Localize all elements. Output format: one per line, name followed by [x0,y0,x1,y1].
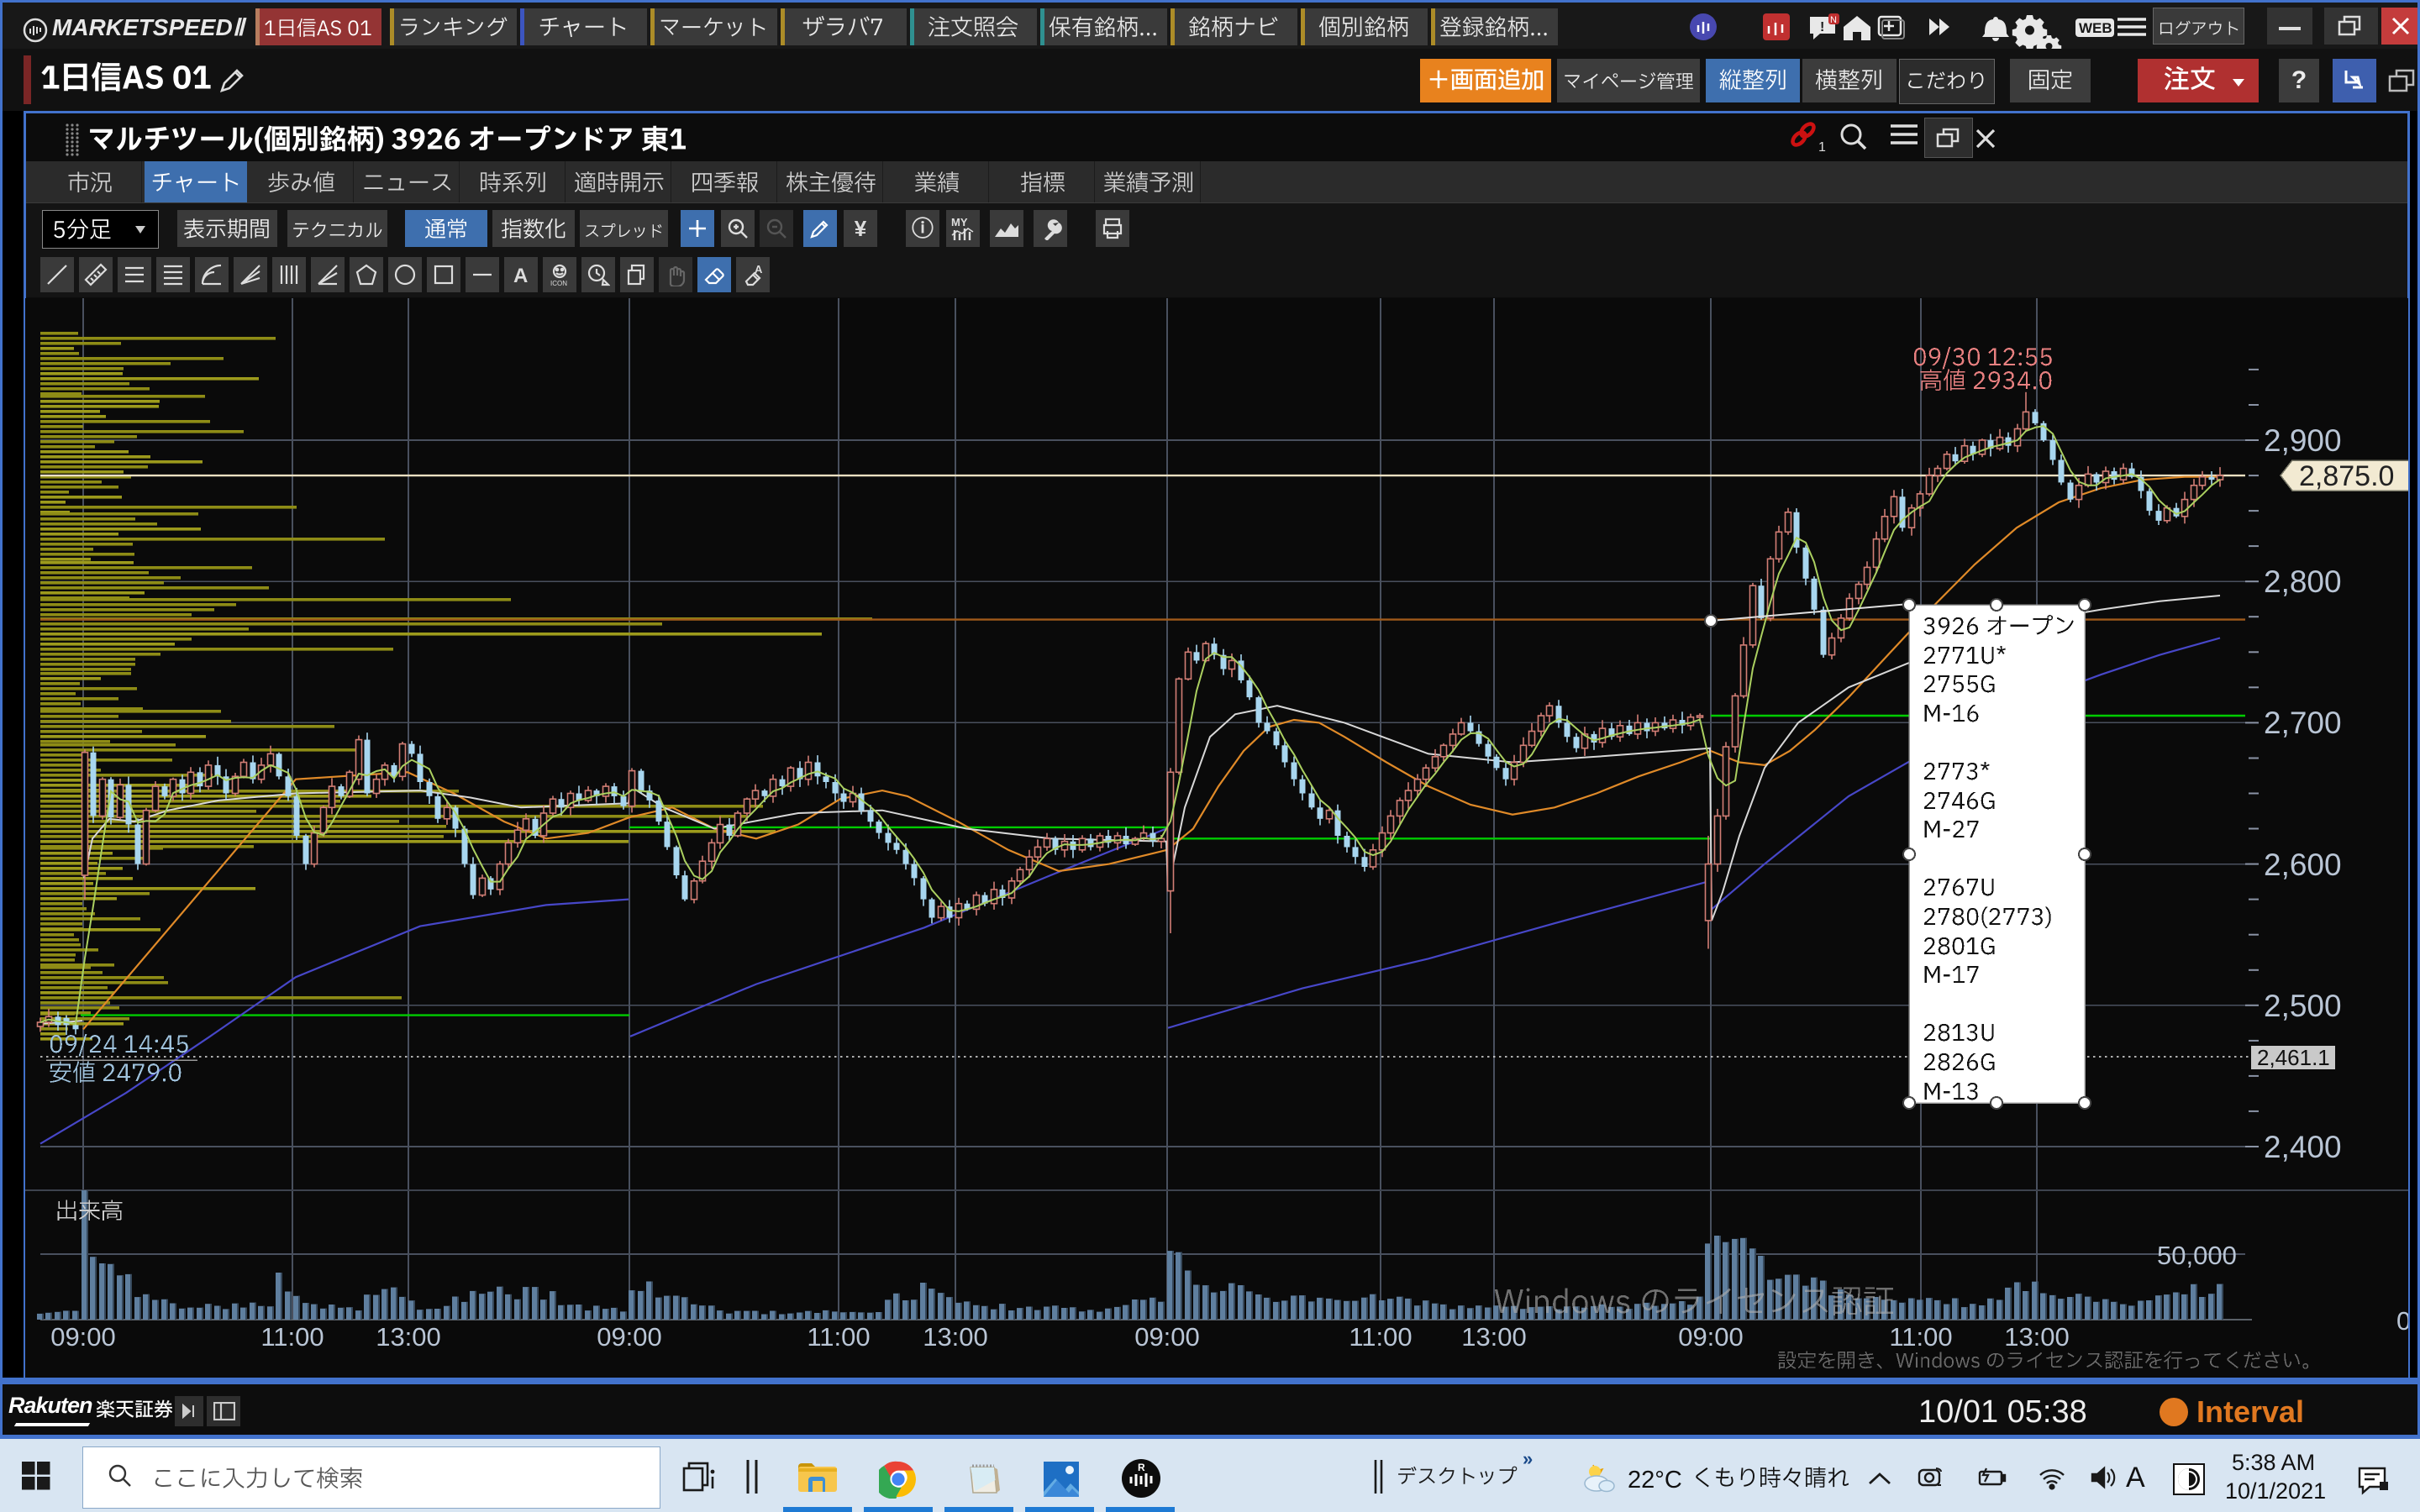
svg-text:13:00: 13:00 [923,1322,988,1352]
svg-text:2,400: 2,400 [2264,1130,2342,1164]
svg-text:N: N [1830,15,1837,25]
svg-text:0: 0 [2396,1306,2408,1336]
svg-text:2,461.1: 2,461.1 [2257,1045,2330,1070]
svg-text:MY: MY [951,216,968,228]
svg-text:11:00: 11:00 [1349,1322,1412,1352]
svg-text:ICON: ICON [550,280,567,286]
svg-text:50,000: 50,000 [2157,1241,2237,1270]
svg-text:09:00: 09:00 [1678,1322,1744,1352]
svg-text:2,500: 2,500 [2264,989,2342,1023]
svg-text:A: A [755,263,763,276]
svg-text:2,700: 2,700 [2264,706,2342,740]
svg-text:2,875.0: 2,875.0 [2299,460,2394,492]
svg-text:11:00: 11:00 [807,1322,870,1352]
svg-text:11:00: 11:00 [1889,1322,1952,1352]
svg-text:09:00: 09:00 [1134,1322,1200,1352]
svg-text:!: ! [1820,20,1824,34]
svg-text:A: A [513,265,528,286]
svg-text:1: 1 [1818,140,1826,155]
svg-text:09:00: 09:00 [50,1322,116,1352]
svg-text:13:00: 13:00 [1461,1322,1527,1352]
svg-text:R: R [1138,1462,1145,1473]
svg-text:11:00: 11:00 [260,1322,324,1352]
svg-text:09:00: 09:00 [597,1322,662,1352]
svg-text:2,900: 2,900 [2264,423,2342,458]
svg-text:13:00: 13:00 [2004,1322,2070,1352]
svg-text:WEB: WEB [2079,20,2112,36]
svg-text:2,600: 2,600 [2264,848,2342,882]
svg-text:13:00: 13:00 [376,1322,441,1352]
svg-text:2,800: 2,800 [2264,564,2342,599]
